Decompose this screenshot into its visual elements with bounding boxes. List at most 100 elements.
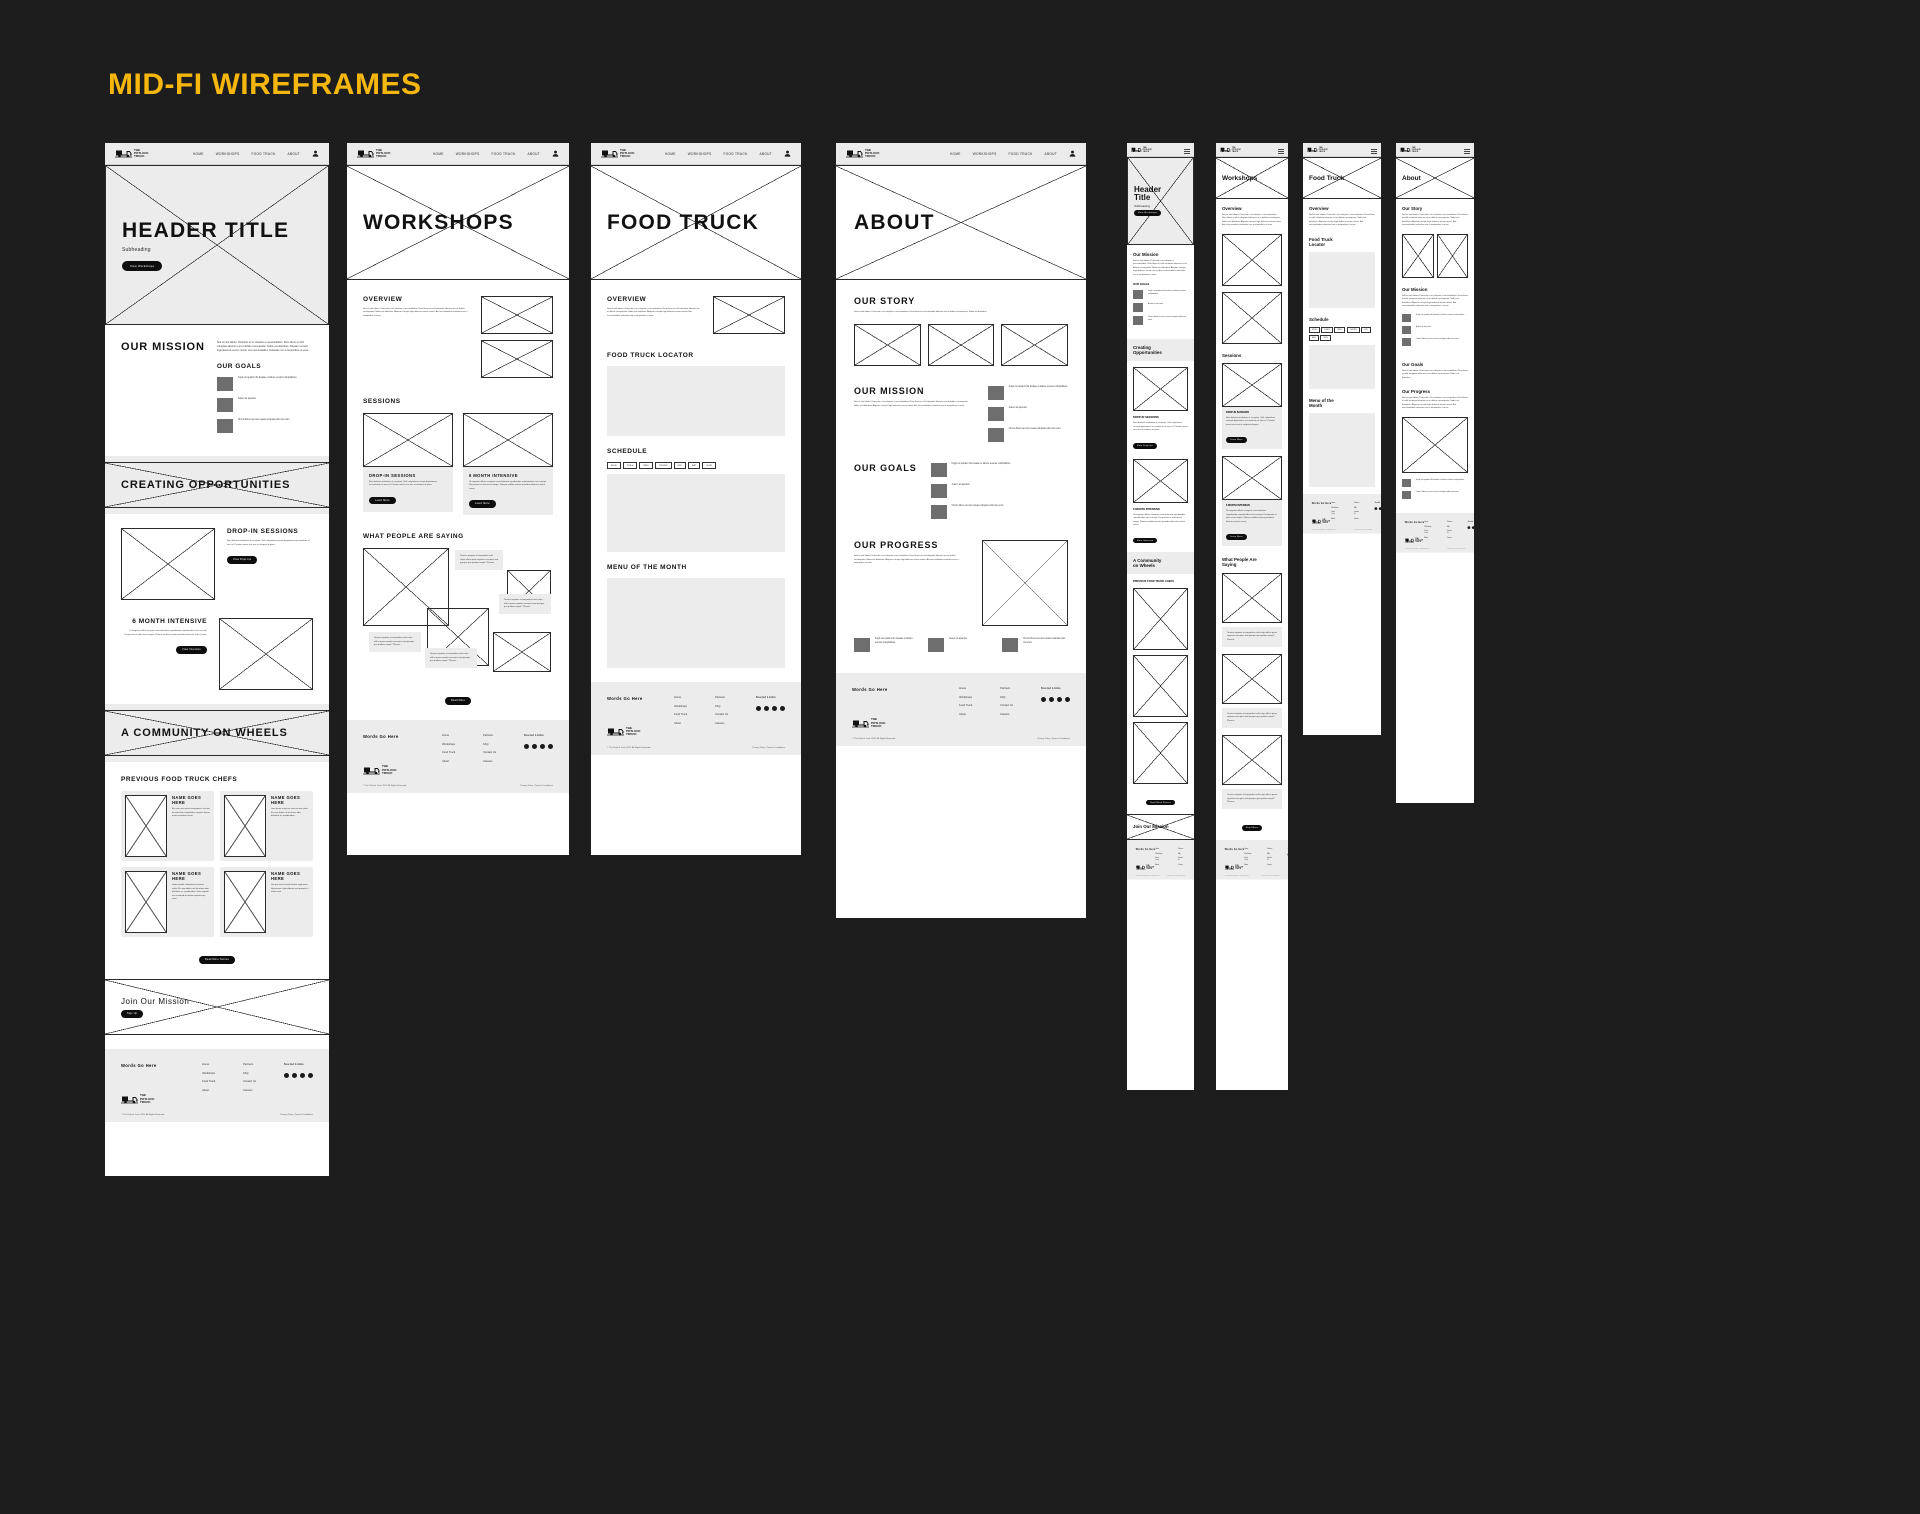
footer-link-workshops[interactable]: Workshops — [1424, 525, 1431, 527]
footer-link-careers[interactable]: Careers — [1267, 864, 1272, 866]
day-tab-thurs[interactable]: THURS — [655, 462, 672, 470]
user-account-icon[interactable] — [312, 150, 319, 157]
brand-logo[interactable]: THE POTLUCK TRUCK — [1311, 519, 1332, 524]
footer-link-about[interactable]: About — [442, 760, 455, 763]
brand-logo[interactable]: THE POTLUCK TRUCK — [607, 727, 643, 736]
brand-logo[interactable]: THE POTLUCK TRUCK — [1307, 146, 1328, 153]
view-drop-ins-button[interactable]: View Drop-Ins — [1133, 442, 1157, 449]
footer-link-partners[interactable]: Partners — [243, 1063, 256, 1066]
footer-link-home[interactable]: Home — [1244, 848, 1251, 850]
footer-link-partners[interactable]: Partners — [483, 734, 496, 737]
nav-item-home[interactable]: HOME — [950, 152, 961, 156]
read-more-button[interactable]: Read More — [1241, 825, 1263, 831]
nav-item-food-truck[interactable]: FOOD TRUCK — [252, 152, 276, 156]
footer-link-careers[interactable]: Careers — [483, 760, 496, 763]
nav-item-home[interactable]: HOME — [433, 152, 444, 156]
footer-link-workshops[interactable]: Workshops — [674, 705, 687, 708]
view-intensive-button[interactable]: View Intensive — [1133, 537, 1158, 544]
footer-link-contact[interactable]: Contact Us — [483, 751, 496, 754]
nav-item-workshops[interactable]: WORKSHOPS — [688, 152, 712, 156]
instagram-icon[interactable] — [1057, 697, 1062, 703]
nav-item-about[interactable]: ABOUT — [288, 152, 300, 156]
day-tab-sat[interactable]: SAT — [687, 462, 701, 470]
session-card[interactable]: DROP-IN SESSIONS Illum dolorem molestias… — [363, 413, 453, 515]
day-tab-mon[interactable]: MON — [607, 462, 621, 470]
view-intensive-button[interactable]: View Intensive — [176, 645, 207, 654]
nav-item-workshops[interactable]: WORKSHOPS — [216, 152, 240, 156]
session-card[interactable]: 6 MONTH INTENSIVE Ut magnam officiis exc… — [463, 413, 553, 516]
nav-item-food-truck[interactable]: FOOD TRUCK — [1009, 152, 1033, 156]
learn-more-button[interactable]: Learn More — [1226, 534, 1247, 540]
footer-link-home[interactable]: Home — [1155, 847, 1162, 849]
learn-more-button[interactable]: Learn More — [369, 496, 396, 505]
footer-link-food-truck[interactable]: Food Truck — [1424, 530, 1431, 533]
footer-link-home[interactable]: Home — [1424, 520, 1431, 522]
day-tab-tues[interactable]: TUES — [1321, 326, 1333, 334]
footer-link-home[interactable]: Home — [442, 734, 455, 737]
view-workshops-button[interactable]: View Workshops — [122, 261, 163, 271]
footer-link-food-truck[interactable]: Food Truck — [1155, 857, 1162, 860]
twitter-icon[interactable] — [764, 706, 769, 712]
brand-logo[interactable]: THE POTLUCK TRUCK — [363, 765, 399, 774]
brand-logo[interactable]: THE POTLUCK TRUCK — [1135, 864, 1156, 869]
nav-item-home[interactable]: HOME — [665, 152, 676, 156]
footer-link-faq[interactable]: FAQ — [1447, 525, 1452, 527]
twitter-icon[interactable] — [1472, 525, 1474, 529]
footer-link-workshops[interactable]: Workshops — [959, 696, 972, 699]
footer-link-contact[interactable]: Contact Us — [1354, 511, 1359, 514]
footer-link-workshops[interactable]: Workshops — [1155, 852, 1162, 854]
footer-link-contact[interactable]: Contact Us — [1267, 857, 1272, 860]
sign-up-button[interactable]: Sign Up — [121, 1009, 144, 1018]
footer-link-contact[interactable]: Contact Us — [243, 1080, 256, 1083]
read-more-stories-button[interactable]: Read More Stories — [1146, 799, 1175, 806]
footer-link-faq[interactable]: FAQ — [1267, 853, 1272, 855]
view-workshops-button[interactable]: View Workshops — [1134, 210, 1161, 217]
footer-link-workshops[interactable]: Workshops — [202, 1072, 215, 1075]
footer-link-workshops[interactable]: Workshops — [442, 743, 455, 746]
day-tab-fri[interactable]: FRI — [1361, 326, 1371, 334]
footer-link-contact[interactable]: Contact Us — [1447, 530, 1452, 533]
user-account-icon[interactable] — [552, 150, 559, 157]
brand-logo[interactable]: THE POTLUCK TRUCK — [1220, 146, 1241, 153]
day-tab-wed[interactable]: WED — [1334, 326, 1346, 334]
footer-link-about[interactable]: About — [202, 1089, 215, 1092]
footer-link-partners[interactable]: Partners — [1354, 502, 1359, 504]
youtube-icon[interactable] — [548, 744, 553, 750]
chef-card[interactable]: NAME GOES HERE Unde impedit voluptatem in… — [121, 867, 214, 938]
footer-link-food-truck[interactable]: Food Truck — [202, 1080, 215, 1083]
read-more-button[interactable]: Read More — [444, 696, 472, 705]
footer-link-careers[interactable]: Careers — [715, 722, 728, 725]
brand-logo[interactable]: THE POTLUCK TRUCK — [1131, 146, 1152, 153]
facebook-icon[interactable] — [1041, 697, 1046, 703]
user-account-icon[interactable] — [784, 150, 791, 157]
youtube-icon[interactable] — [1065, 697, 1070, 703]
brand-logo[interactable]: THE POTLUCK TRUCK — [1224, 865, 1245, 870]
footer-link-partners[interactable]: Partners — [1447, 520, 1452, 522]
day-tab-sat[interactable]: SAT — [1309, 334, 1319, 342]
footer-link-food-truck[interactable]: Food Truck — [442, 751, 455, 754]
day-tab-thurs[interactable]: THURS — [1346, 326, 1360, 334]
day-tab-wed[interactable]: WED — [639, 462, 654, 470]
facebook-icon[interactable] — [756, 706, 761, 712]
youtube-icon[interactable] — [308, 1073, 313, 1079]
map-placeholder[interactable] — [607, 366, 785, 436]
footer-link-workshops[interactable]: Workshops — [1331, 507, 1338, 509]
day-tab-tues[interactable]: TUES — [622, 462, 638, 470]
footer-link-food-truck[interactable]: Food Truck — [1331, 511, 1338, 514]
facebook-icon[interactable] — [1374, 507, 1378, 511]
footer-link-partners[interactable]: Partners — [1000, 687, 1013, 690]
brand-logo[interactable]: THE POTLUCK TRUCK — [1404, 537, 1425, 543]
footer-link-contact[interactable]: Contact Us — [715, 713, 728, 716]
facebook-icon[interactable] — [524, 744, 529, 750]
facebook-icon[interactable] — [284, 1073, 289, 1079]
footer-link-partners[interactable]: Partners — [1267, 848, 1272, 850]
learn-more-button[interactable]: Learn More — [1226, 437, 1247, 443]
footer-link-faq[interactable]: FAQ — [243, 1072, 256, 1075]
brand-logo[interactable]: THE POTLUCK TRUCK — [357, 148, 391, 158]
brand-logo[interactable]: THE POTLUCK TRUCK — [852, 718, 888, 727]
read-more-stories-button[interactable]: Read More Stories — [198, 955, 236, 964]
footer-link-careers[interactable]: Careers — [243, 1089, 256, 1092]
footer-link-food-truck[interactable]: Food Truck — [674, 713, 687, 716]
nav-item-home[interactable]: HOME — [193, 152, 204, 156]
footer-link-about[interactable]: About — [1331, 518, 1338, 520]
